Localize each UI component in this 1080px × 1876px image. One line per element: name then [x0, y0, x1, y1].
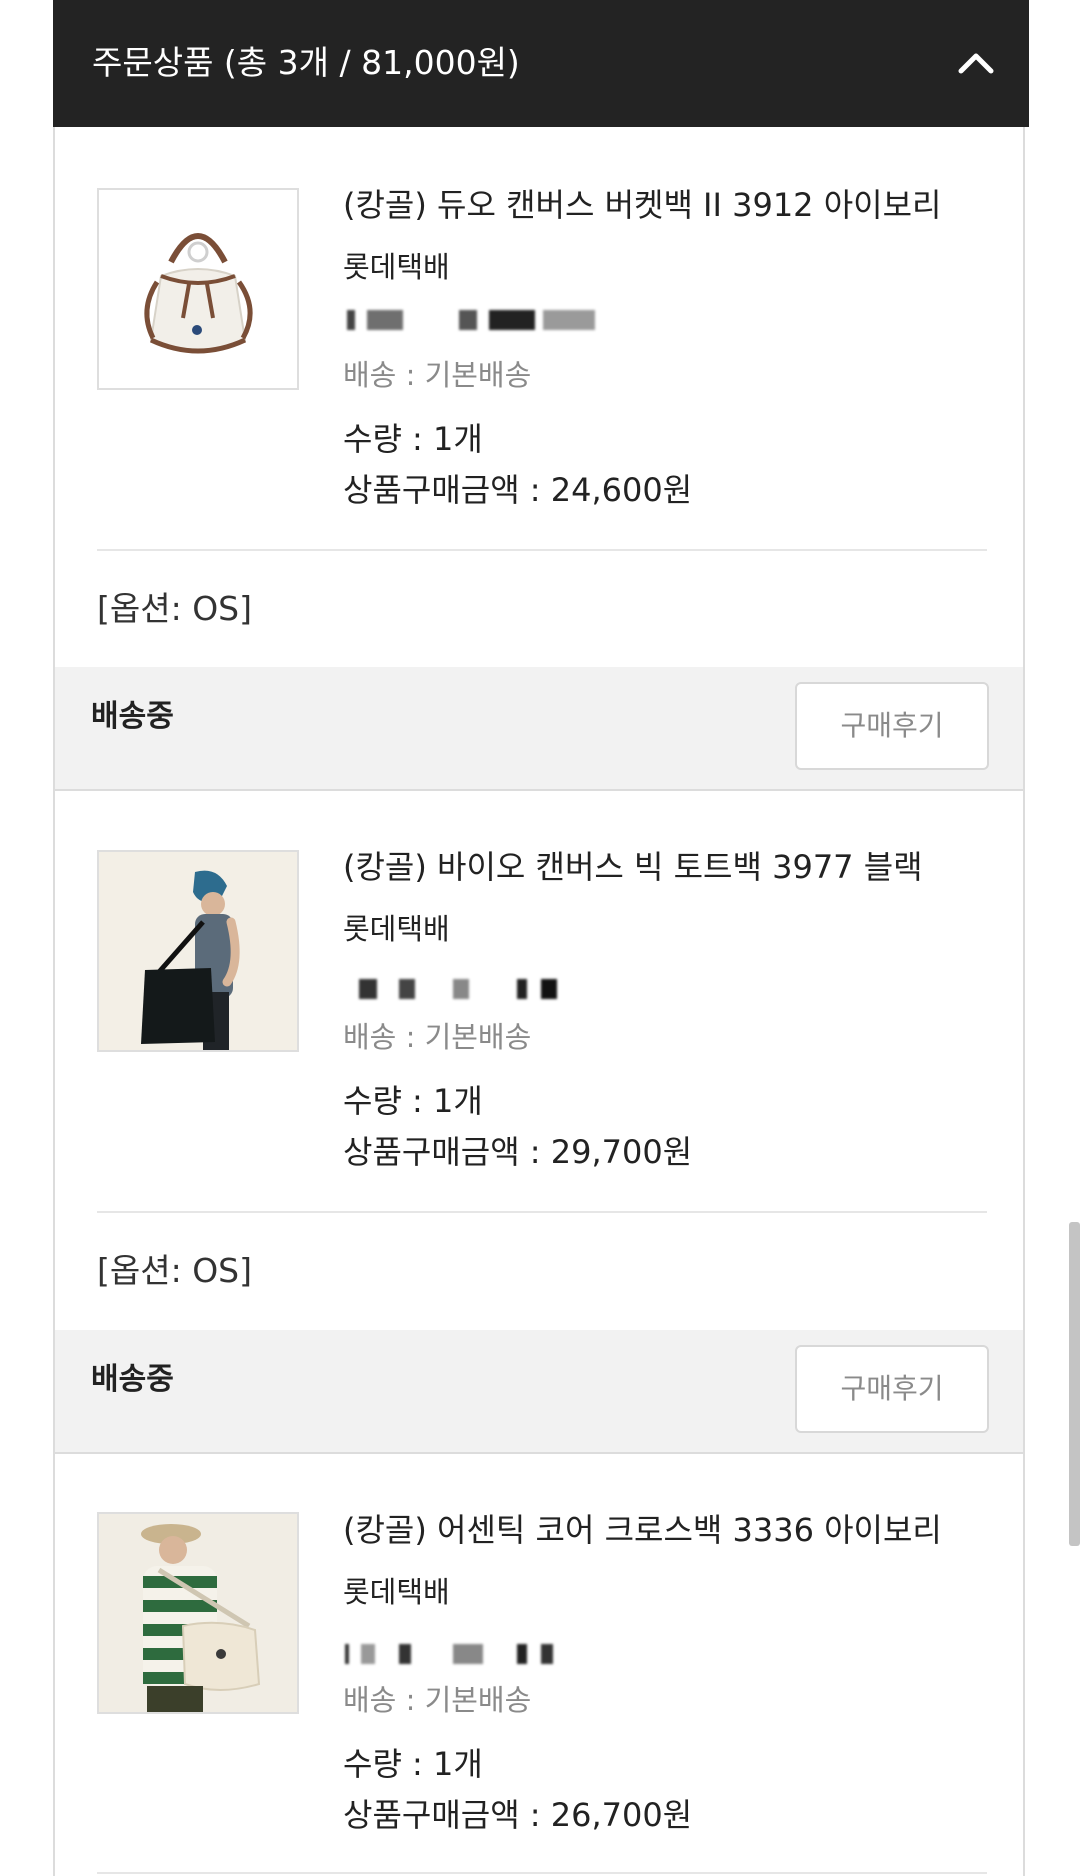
divider [97, 1872, 987, 1874]
order-products-panel: 주문상품 (총 3개 / 81,000원) (캉골) 듀오 캔버스 버켓백 II… [53, 0, 1029, 1876]
delivery-type: 배송 : 기본배송 [343, 1683, 532, 1717]
order-item-3: (캉골) 어센틱 코어 크로스백 3336 아이보리 롯데택배 배송 : 기본배… [55, 0, 1023, 1876]
product-image-cross-bag[interactable] [97, 1512, 299, 1714]
tracking-number-redacted[interactable] [343, 1636, 603, 1670]
scrollbar-thumb[interactable] [1069, 1222, 1080, 1546]
product-price: 상품구매금액 : 26,700원 [343, 1796, 693, 1834]
product-name[interactable]: (캉골) 어센틱 코어 크로스백 3336 아이보리 [343, 1508, 942, 1552]
courier-name: 롯데택배 [343, 1575, 450, 1609]
quantity: 수량 : 1개 [343, 1745, 483, 1783]
